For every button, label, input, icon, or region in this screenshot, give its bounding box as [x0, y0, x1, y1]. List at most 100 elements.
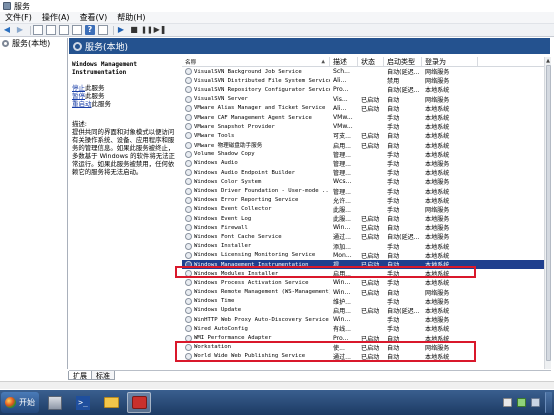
service-row[interactable]: Windows Licensing Monitoring Service Mon.… [182, 251, 544, 260]
show-hide-tree-icon[interactable] [33, 25, 43, 35]
service-log-on-as-text: 本地服务 [425, 225, 450, 233]
menu-action[interactable]: 操作(A) [37, 12, 75, 23]
start-service-icon[interactable]: ▶ [116, 25, 126, 35]
service-row[interactable]: VMware Alias Manager and Ticket Service A… [182, 104, 544, 113]
scroll-up-arrow-icon[interactable]: ▲ [545, 57, 551, 64]
description-block: 描述: 提供共同的界面和对象模式以便访问有关操作系统、设备、应用程序和服务的管理… [72, 120, 178, 176]
service-startup-type: 自动(延迟... [384, 85, 422, 94]
service-description-text: 有线... [333, 326, 351, 334]
taskbar-explorer[interactable] [99, 392, 123, 413]
service-description: Win... [330, 278, 358, 287]
service-log-on-as: 本地系统 [422, 278, 478, 287]
service-status: 已启动 [358, 232, 384, 241]
menu-file[interactable]: 文件(F) [0, 12, 37, 23]
scroll-thumb[interactable] [546, 65, 551, 361]
service-log-on-as-text: 本地系统 [425, 142, 450, 150]
tree-item-services-local[interactable]: 服务(本地) [0, 38, 67, 48]
service-row[interactable]: Windows Remote Management (WS-Management… [182, 288, 544, 297]
tab-extended[interactable]: 扩展 [68, 371, 92, 380]
service-row[interactable]: Wired AutoConfig 有线... 手动 本地系统 [182, 324, 544, 333]
service-row[interactable]: Windows Process Activation Service Win...… [182, 278, 544, 287]
stop-link-row: 停止此服务 [72, 84, 178, 92]
service-row[interactable]: Volume Shadow Copy 管理... 手动 本地系统 [182, 150, 544, 159]
pause-service-link[interactable]: 暂停 [72, 92, 85, 100]
service-log-on-as-text: 本地系统 [425, 105, 450, 113]
pause-service-icon[interactable]: ❚❚ [141, 25, 153, 35]
service-status [358, 177, 384, 186]
stop-service-icon[interactable]: ■ [129, 25, 139, 35]
service-name-text: Windows Firewall [194, 224, 248, 231]
taskbar-services[interactable] [127, 392, 151, 413]
service-startup-type-text: 自动 [387, 289, 400, 297]
vertical-scrollbar[interactable]: ▲ [544, 57, 551, 369]
service-gear-icon [185, 205, 192, 213]
service-name: Windows Firewall [182, 223, 330, 232]
column-log-on-as[interactable]: 登录为 [422, 57, 478, 66]
service-startup-type: 自动 [384, 131, 422, 140]
network-icon[interactable] [517, 398, 526, 407]
service-startup-type: 手动 [384, 150, 422, 159]
export-list-icon[interactable] [72, 25, 82, 35]
service-row[interactable]: Windows Event Log 此服... 已启动 自动 本地服务 [182, 214, 544, 223]
back-arrow-icon[interactable]: ◀ [2, 25, 12, 35]
taskbar-server-manager[interactable] [43, 392, 67, 413]
service-gear-icon [185, 215, 192, 223]
service-description-text: 启用... [333, 307, 351, 315]
start-button[interactable]: 开始 [1, 392, 39, 413]
service-row[interactable]: WinHTTP Web Proxy Auto-Discovery Service… [182, 315, 544, 324]
refresh-icon[interactable] [59, 25, 69, 35]
service-row[interactable]: Windows Audio Endpoint Builder 管理... 手动 本地系… [182, 168, 544, 177]
service-row[interactable]: VisualSVN Background Job Service Sch... 自动… [182, 67, 544, 76]
service-row[interactable]: Windows Color System Wcs... 手动 本地服务 [182, 177, 544, 186]
service-row[interactable]: VMware 物理磁盘助手服务 启用... 已启动 自动 本地系统 [182, 141, 544, 150]
help-icon[interactable]: ? [85, 25, 95, 35]
speaker-icon[interactable] [531, 398, 540, 407]
column-startup-type[interactable]: 启动类型 [384, 57, 422, 66]
service-row[interactable]: Windows Firewall Win... 已启动 自动 本地服务 [182, 223, 544, 232]
service-name-text: VisualSVN Server [194, 96, 248, 103]
service-gear-icon [185, 123, 192, 131]
service-row[interactable]: VMware Tools 可支... 已启动 自动 本地系统 [182, 131, 544, 140]
tab-standard[interactable]: 标准 [91, 371, 115, 380]
service-log-on-as: 网络服务 [422, 67, 478, 76]
show-desktop-button[interactable] [545, 392, 552, 413]
service-startup-type-text: 手动 [387, 206, 400, 214]
column-description[interactable]: 描述 [330, 57, 358, 66]
service-gear-icon [185, 159, 192, 167]
column-status[interactable]: 状态 [358, 57, 384, 66]
service-status [358, 196, 384, 205]
forward-arrow-icon[interactable]: ▶ [15, 25, 25, 35]
service-row[interactable]: VisualSVN Server Vis... 已启动 自动 网络服务 [182, 95, 544, 104]
service-description-text: Pro... [333, 86, 349, 94]
service-name-text: VMware Snapshot Provider [194, 123, 275, 130]
service-row[interactable]: Windows Time 维护... 手动 本地服务 [182, 297, 544, 306]
service-row[interactable]: Windows Driver Foundation - User-mode ..… [182, 186, 544, 196]
restart-service-icon[interactable]: ▶❚ [154, 25, 167, 35]
menu-help[interactable]: 帮助(H) [112, 12, 150, 23]
restart-link-row: 重启动此服务 [72, 100, 178, 108]
service-row[interactable]: VMware Snapshot Provider VMw... 手动 本地系统 [182, 122, 544, 131]
console-view-icon[interactable] [46, 25, 56, 35]
service-log-on-as-text: 本地系统 [425, 124, 450, 132]
properties-icon[interactable] [98, 25, 108, 35]
service-log-on-as: 本地系统 [422, 186, 478, 196]
service-row[interactable]: Windows Error Reporting Service 允许... 手动 本地… [182, 196, 544, 205]
action-center-flag-icon[interactable] [503, 398, 512, 407]
panel-header: 服务(本地) [69, 38, 550, 54]
stop-service-link[interactable]: 停止 [72, 84, 85, 92]
service-row[interactable]: VMware CAF Management Agent Service VMw..… [182, 113, 544, 122]
taskbar-powershell[interactable]: >_ [71, 392, 95, 413]
service-row[interactable]: Windows Audio 管理... 手动 本地服务 [182, 159, 544, 168]
service-row[interactable]: Windows Event Collector 此服... 手动 网络服务 [182, 205, 544, 214]
service-row[interactable]: Windows Update 启用... 已启动 自动(延迟... 本地系统 [182, 306, 544, 315]
menu-view[interactable]: 查看(V) [75, 12, 113, 23]
service-name-text: Windows Color System [194, 178, 262, 185]
service-row[interactable]: VisualSVN Repository Configurator Servic… [182, 85, 544, 94]
column-name[interactable]: 名称 ▲ [182, 57, 330, 66]
service-row[interactable]: Windows Font Cache Service 通过... 已启动 自动(延迟.… [182, 232, 544, 241]
restart-service-link[interactable]: 重启动 [72, 100, 92, 108]
service-startup-type: 自动 [384, 214, 422, 223]
service-row[interactable]: VisualSVN Distributed File System Servic… [182, 76, 544, 85]
service-status [358, 150, 384, 159]
service-row[interactable]: Windows Installer 添加... 手动 本地系统 [182, 242, 544, 251]
